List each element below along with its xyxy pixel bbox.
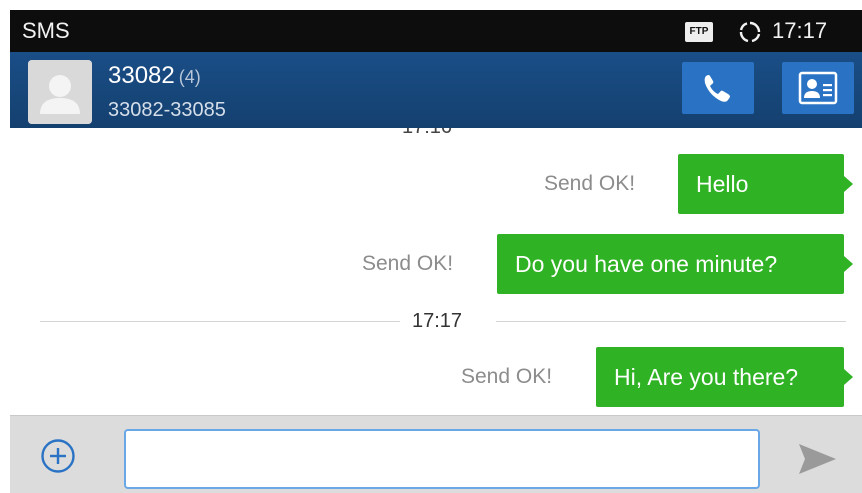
message-status: Send OK! [544, 172, 636, 195]
timestamp-separator: 17:17 [412, 310, 463, 332]
contact-number-range: 33082-33085 [108, 99, 226, 121]
status-clock: 17:17 [772, 18, 828, 43]
sms-app-window: SMS FTP 17:17 33082 (4) 33082-33085 Send… [10, 10, 862, 493]
bubble-tail [844, 256, 853, 272]
message-bubble[interactable]: Hi, Are you there? [596, 347, 844, 407]
conversation-header: 33082 (4) 33082-33085 [10, 52, 862, 128]
message-status: Send OK! [362, 252, 454, 275]
message-count: (4) [178, 67, 201, 87]
sync-icon [739, 21, 761, 43]
divider-line [496, 321, 846, 322]
message-list[interactable]: 17:16 Send OK! Hello Send OK! Do you hav… [10, 128, 862, 415]
timestamp-separator: 17:16 [402, 128, 452, 139]
ftp-icon: FTP [685, 22, 713, 42]
send-icon[interactable] [796, 442, 838, 476]
contact-name: 33082 (4) [108, 62, 201, 90]
contact-number: 33082 [108, 62, 175, 89]
message-bubble[interactable]: Hello [678, 154, 844, 214]
contact-card-icon [798, 71, 838, 105]
add-circle-icon[interactable] [40, 438, 76, 474]
call-button[interactable] [682, 62, 754, 114]
contact-details-button[interactable] [782, 62, 854, 114]
divider-line [40, 321, 400, 322]
phone-icon [704, 75, 730, 102]
message-bubble[interactable]: Do you have one minute? [497, 234, 844, 294]
message-status: Send OK! [461, 365, 553, 388]
message-input[interactable] [124, 429, 760, 489]
bubble-tail [844, 176, 853, 192]
app-title: SMS [22, 18, 70, 43]
status-bar: SMS FTP 17:17 [10, 10, 862, 52]
compose-bar [10, 415, 862, 493]
avatar-icon[interactable] [28, 60, 92, 124]
bubble-tail [844, 369, 853, 385]
